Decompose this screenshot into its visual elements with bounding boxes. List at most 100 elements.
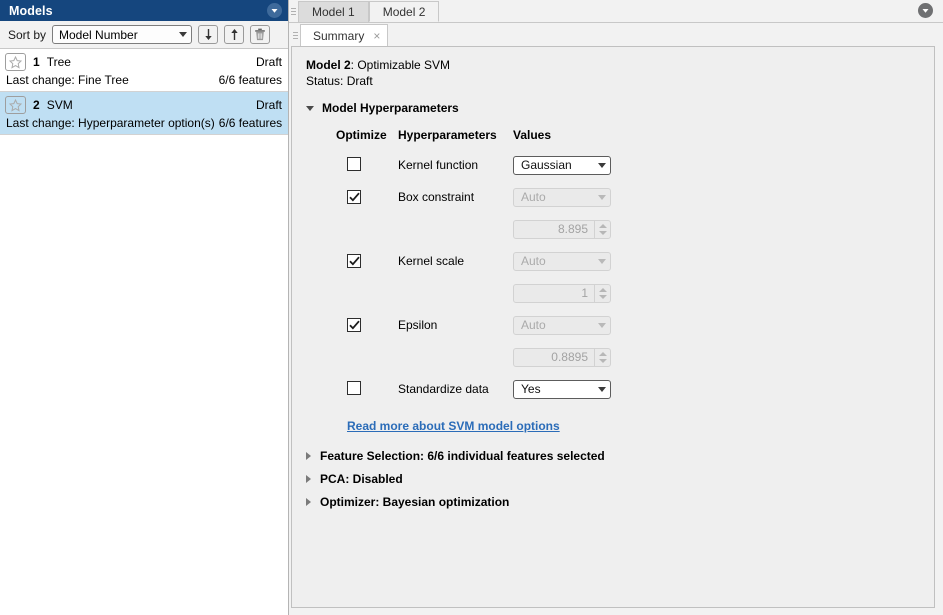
model-tabstrip: Model 1 Model 2: [289, 0, 943, 23]
optimize-cell-box-constraint: [336, 181, 398, 213]
section-feature-selection[interactable]: Feature Selection: 6/6 individual featur…: [306, 449, 934, 463]
section-pca[interactable]: PCA: Disabled: [306, 472, 934, 486]
summary-model-label: Model 2: [306, 58, 351, 72]
star-outline-icon: [9, 55, 22, 69]
hyperparameter-row-kernel-function: Kernel function Gaussian: [336, 149, 623, 181]
models-sort-toolbar: Sort by Model Number: [0, 21, 288, 49]
optimize-cell-standardize-data: [336, 373, 398, 405]
triangle-right-icon: [306, 452, 311, 460]
section-optimizer[interactable]: Optimizer: Bayesian optimization: [306, 495, 934, 509]
section-optimizer-label: Optimizer: Bayesian optimization: [320, 495, 510, 509]
optimize-checkbox-epsilon[interactable]: [347, 317, 361, 332]
value-dropdown-standardize-data[interactable]: Yes: [513, 379, 611, 399]
chevron-down-icon: [598, 162, 606, 168]
hyperparameter-label-box-constraint: Box constraint: [398, 190, 475, 204]
model-list-item-1-header: 1 Tree Draft: [5, 52, 282, 72]
model-name-2: SVM: [46, 98, 73, 112]
spinner-arrows-icon: [594, 348, 610, 366]
star-outline-icon: [9, 98, 22, 112]
hyperparameters-table-header: Optimize Hyperparameters Values: [336, 128, 623, 149]
range-spinner-epsilon-value: 0.8895: [551, 350, 588, 364]
checkmark-icon: [348, 256, 360, 266]
summary-content-panel: Model 2: Optimizable SVM Status: Draft M…: [291, 46, 935, 608]
hyperparameter-range-row-box-constraint: 8.895: [336, 213, 623, 245]
sort-by-value: Model Number: [59, 27, 138, 42]
triangle-right-icon: [306, 475, 311, 483]
models-panel-titlebar: Models: [0, 0, 288, 21]
range-spinner-box-constraint-value: 8.895: [557, 222, 588, 236]
value-dropdown-kernel-function[interactable]: Gaussian: [513, 155, 611, 175]
value-dropdown-kernel-function-text: Gaussian: [521, 158, 572, 172]
favorite-star-button-2[interactable]: [5, 96, 26, 114]
range-spacer-epsilon-label: [398, 341, 513, 373]
chevron-down-icon: [598, 258, 606, 264]
range-spacer-kernel-scale-label: [398, 277, 513, 309]
model-number-2: 2: [33, 98, 40, 112]
sort-ascending-button[interactable]: [198, 25, 219, 44]
optimize-checkbox-standardize-data[interactable]: [347, 380, 361, 395]
summary-status: Status: Draft: [306, 74, 373, 88]
value-dropdown-kernel-scale-text: Auto: [521, 254, 546, 268]
document-tabstrip-grip-handle[interactable]: [291, 24, 300, 46]
model-list-item-2[interactable]: 2 SVM Draft Last change: Hyperparameter …: [0, 92, 288, 135]
hyperparameter-range-row-kernel-scale: 1: [336, 277, 623, 309]
chevron-down-icon: [598, 322, 606, 328]
range-spacer-box-constraint-label: [398, 213, 513, 245]
favorite-star-button-1[interactable]: [5, 53, 26, 71]
chevron-down-circle-icon[interactable]: [918, 3, 933, 18]
range-spacer-epsilon-optimize: [336, 341, 398, 373]
hyperparameter-label-epsilon: Epsilon: [398, 318, 438, 332]
model-number-1: 1: [33, 55, 40, 69]
optimize-checkbox-box-constraint[interactable]: [347, 189, 361, 204]
value-cell-box-constraint: Auto: [513, 181, 623, 213]
arrow-down-icon: [204, 29, 212, 40]
optimize-cell-kernel-scale: [336, 245, 398, 277]
collapsed-sections: Feature Selection: 6/6 individual featur…: [306, 449, 934, 509]
model-last-change-1: Last change: Fine Tree: [6, 73, 129, 87]
workspace: Model 1 Model 2 Summary × Model 2: Optim…: [289, 0, 943, 615]
sort-by-select[interactable]: Model Number: [52, 25, 193, 44]
chevron-down-icon: [179, 32, 188, 37]
triangle-down-icon: [306, 105, 314, 111]
value-cell-epsilon: Auto: [513, 309, 623, 341]
close-icon[interactable]: ×: [372, 30, 381, 42]
chevron-down-circle-icon[interactable]: [267, 3, 282, 18]
value-dropdown-epsilon: Auto: [513, 315, 611, 335]
models-list: 1 Tree Draft Last change: Fine Tree 6/6 …: [0, 49, 288, 615]
read-more-wrapper: Read more about SVM model options: [347, 419, 934, 433]
summary-model-heading: Model 2: Optimizable SVM: [306, 58, 934, 73]
model-list-item-1-detail: Last change: Fine Tree 6/6 features: [5, 73, 282, 87]
tab-model-1[interactable]: Model 1: [298, 1, 369, 22]
value-cell-standardize-data: Yes: [513, 373, 623, 405]
optimize-checkbox-kernel-function[interactable]: [347, 156, 361, 171]
hyperparameter-range-row-epsilon: 0.8895: [336, 341, 623, 373]
value-dropdown-standardize-data-text: Yes: [521, 382, 541, 396]
document-tabstrip: Summary ×: [289, 23, 943, 46]
section-pca-label: PCA: Disabled: [320, 472, 403, 486]
value-cell-kernel-function: Gaussian: [513, 149, 623, 181]
tab-model-2-label: Model 2: [382, 4, 426, 19]
range-spacer-kernel-scale-optimize: [336, 277, 398, 309]
hyperparameter-label-kernel-scale: Kernel scale: [398, 254, 465, 268]
range-spinner-box-constraint: 8.895: [513, 219, 611, 239]
delete-model-button[interactable]: [250, 25, 271, 44]
value-dropdown-epsilon-text: Auto: [521, 318, 546, 332]
tabstrip-spacer: [439, 1, 918, 22]
range-spinner-kernel-scale: 1: [513, 283, 611, 303]
hyperparameter-row-box-constraint: Box constraint Auto: [336, 181, 623, 213]
optimize-checkbox-kernel-scale[interactable]: [347, 253, 361, 268]
tab-model-2[interactable]: Model 2: [368, 1, 440, 22]
tab-summary-label: Summary: [313, 28, 365, 43]
column-header-hyperparameters: Hyperparameters: [398, 128, 497, 142]
section-model-hyperparameters[interactable]: Model Hyperparameters: [306, 101, 934, 115]
read-more-link[interactable]: Read more about SVM model options: [347, 419, 560, 433]
value-dropdown-kernel-scale: Auto: [513, 251, 611, 271]
model-features-2: 6/6 features: [218, 116, 283, 130]
chevron-down-icon: [598, 194, 606, 200]
section-feature-selection-label: Feature Selection: 6/6 individual featur…: [320, 449, 605, 463]
tabstrip-grip-handle[interactable]: [289, 0, 298, 22]
model-list-item-1[interactable]: 1 Tree Draft Last change: Fine Tree 6/6 …: [0, 49, 288, 92]
trash-icon: [255, 28, 265, 41]
tab-summary[interactable]: Summary ×: [300, 24, 389, 46]
sort-descending-button[interactable]: [224, 25, 245, 44]
